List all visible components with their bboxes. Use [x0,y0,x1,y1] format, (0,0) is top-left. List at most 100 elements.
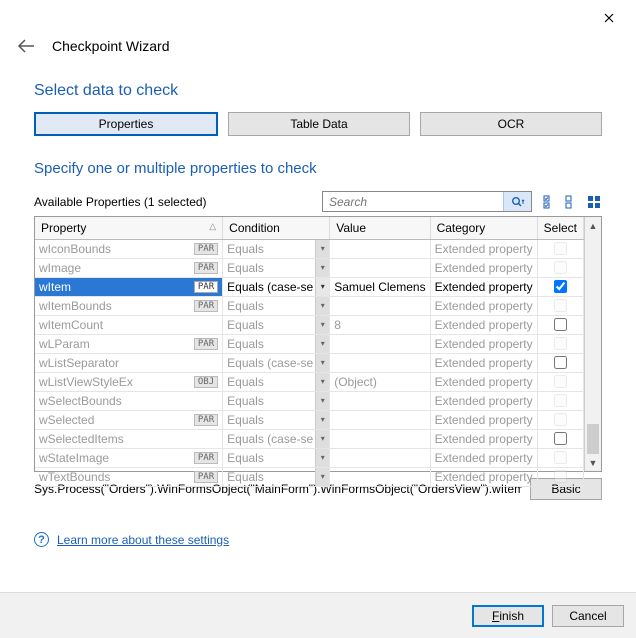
column-header-select[interactable]: Select [537,217,583,239]
select-cell[interactable] [537,372,583,391]
scroll-down-arrow-icon[interactable]: ▼ [585,454,601,471]
search-input[interactable] [323,192,503,211]
tab-properties[interactable]: Properties [34,112,218,136]
property-cell[interactable]: wSelectedPAR [35,410,223,429]
select-all-icon[interactable] [542,194,558,210]
value-cell[interactable] [330,448,430,467]
finish-button[interactable]: Finish [472,605,544,627]
cancel-button[interactable]: Cancel [552,605,624,627]
condition-cell[interactable]: Equals▾ [223,448,330,467]
property-cell[interactable]: wSelectBounds [35,391,223,410]
table-row[interactable]: wListViewStyleExOBJEquals▾(Object)Extend… [35,372,584,391]
value-cell[interactable] [330,391,430,410]
value-cell[interactable] [330,296,430,315]
scroll-up-arrow-icon[interactable]: ▲ [585,217,601,234]
property-cell[interactable]: wSelectedItems [35,429,223,448]
table-row[interactable]: wItemCountEquals▾8Extended property [35,315,584,334]
select-cell[interactable] [537,467,583,486]
select-cell[interactable] [537,239,583,258]
select-checkbox[interactable] [554,356,567,369]
condition-cell[interactable]: Equals▾ [223,296,330,315]
chevron-down-icon[interactable]: ▾ [315,373,329,391]
value-cell[interactable] [330,353,430,372]
chevron-down-icon[interactable]: ▾ [315,411,329,429]
help-link[interactable]: Learn more about these settings [57,533,229,547]
value-cell[interactable] [330,258,430,277]
condition-cell[interactable]: Equals▾ [223,410,330,429]
select-checkbox[interactable] [554,432,567,445]
select-cell[interactable] [537,429,583,448]
condition-cell[interactable]: Equals▾ [223,391,330,410]
value-cell[interactable]: Samuel Clemens [330,277,430,296]
tab-table-data[interactable]: Table Data [228,112,410,136]
condition-cell[interactable]: Equals▾ [223,334,330,353]
select-checkbox[interactable] [554,280,567,293]
table-row[interactable]: wSelectedItemsEquals (case-se▾Extended p… [35,429,584,448]
chevron-down-icon[interactable]: ▾ [315,430,329,448]
table-row[interactable]: wSelectBoundsEquals▾Extended property [35,391,584,410]
property-cell[interactable]: wItemCount [35,315,223,334]
table-row[interactable]: wSelectedPAREquals▾Extended property [35,410,584,429]
table-row[interactable]: wStateImagePAREquals▾Extended property [35,448,584,467]
column-header-property[interactable]: Property△ [35,217,223,239]
select-cell[interactable] [537,334,583,353]
select-cell[interactable] [537,277,583,296]
chevron-down-icon[interactable]: ▾ [315,468,329,486]
property-cell[interactable]: wListViewStyleExOBJ [35,372,223,391]
condition-cell[interactable]: Equals▾ [223,372,330,391]
condition-cell[interactable]: Equals▾ [223,239,330,258]
chevron-down-icon[interactable]: ▾ [315,240,329,258]
condition-cell[interactable]: Equals▾ [223,258,330,277]
property-cell[interactable]: wIconBoundsPAR [35,239,223,258]
property-cell[interactable]: wItemPAR [35,277,223,296]
value-cell[interactable]: 8 [330,315,430,334]
table-row[interactable]: wTextBoundsPAREquals▾Extended property [35,467,584,486]
search-button[interactable] [503,192,531,211]
tab-ocr[interactable]: OCR [420,112,602,136]
chevron-down-icon[interactable]: ▾ [315,354,329,372]
table-row[interactable]: wItemBoundsPAREquals▾Extended property [35,296,584,315]
select-cell[interactable] [537,315,583,334]
value-cell[interactable]: (Object) [330,372,430,391]
table-row[interactable]: wLParamPAREquals▾Extended property [35,334,584,353]
select-cell[interactable] [537,391,583,410]
scroll-thumb[interactable] [587,424,599,454]
deselect-all-icon[interactable] [564,194,580,210]
column-header-condition[interactable]: Condition [223,217,330,239]
property-cell[interactable]: wListSeparator [35,353,223,372]
chevron-down-icon[interactable]: ▾ [315,449,329,467]
chevron-down-icon[interactable]: ▾ [315,392,329,410]
window-close-button[interactable] [588,4,630,32]
condition-cell[interactable]: Equals▾ [223,467,330,486]
value-cell[interactable] [330,467,430,486]
select-checkbox[interactable] [554,318,567,331]
value-cell[interactable] [330,334,430,353]
chevron-down-icon[interactable]: ▾ [315,278,329,296]
value-cell[interactable] [330,429,430,448]
column-header-value[interactable]: Value [330,217,430,239]
chevron-down-icon[interactable]: ▾ [315,316,329,334]
table-row[interactable]: wItemPAREquals (case-se▾Samuel ClemensEx… [35,277,584,296]
chevron-down-icon[interactable]: ▾ [315,297,329,315]
property-cell[interactable]: wTextBoundsPAR [35,467,223,486]
condition-cell[interactable]: Equals (case-se▾ [223,429,330,448]
chevron-down-icon[interactable]: ▾ [315,335,329,353]
condition-cell[interactable]: Equals (case-se▾ [223,353,330,372]
property-cell[interactable]: wLParamPAR [35,334,223,353]
table-row[interactable]: wListSeparatorEquals (case-se▾Extended p… [35,353,584,372]
select-cell[interactable] [537,353,583,372]
grid-scrollbar[interactable]: ▲ ▼ [584,217,601,471]
expand-all-icon[interactable] [586,194,602,210]
condition-cell[interactable]: Equals (case-se▾ [223,277,330,296]
property-cell[interactable]: wItemBoundsPAR [35,296,223,315]
select-cell[interactable] [537,258,583,277]
property-cell[interactable]: wImagePAR [35,258,223,277]
property-cell[interactable]: wStateImagePAR [35,448,223,467]
table-row[interactable]: wIconBoundsPAREquals▾Extended property [35,239,584,258]
chevron-down-icon[interactable]: ▾ [315,259,329,277]
select-cell[interactable] [537,410,583,429]
table-row[interactable]: wImagePAREquals▾Extended property [35,258,584,277]
back-arrow-icon[interactable] [16,36,36,56]
value-cell[interactable] [330,410,430,429]
select-cell[interactable] [537,448,583,467]
